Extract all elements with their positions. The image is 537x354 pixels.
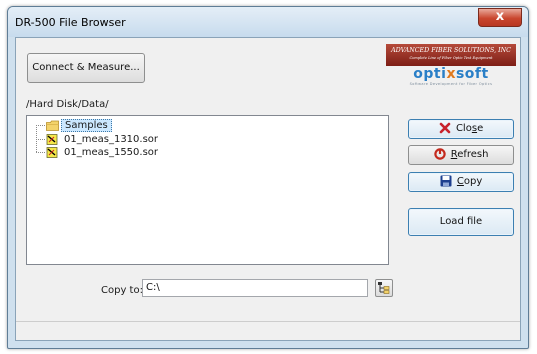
logo-banner: ADVANCED FIBER SOLUTIONS, INC Complete L… bbox=[386, 44, 516, 66]
current-path: /Hard Disk/Data/ bbox=[26, 99, 109, 110]
tree-item-label: 01_meas_1550.sor bbox=[64, 147, 159, 158]
close-button[interactable]: Close bbox=[408, 119, 514, 139]
save-disk-icon bbox=[440, 175, 452, 187]
copy-label-part: opy bbox=[463, 176, 483, 187]
folder-tree-icon bbox=[377, 281, 391, 295]
tree-connector bbox=[36, 139, 45, 140]
tree-connector bbox=[36, 152, 45, 153]
copy-label-mnemonic: C bbox=[456, 176, 464, 187]
browse-folder-button[interactable] bbox=[375, 279, 393, 297]
close-x-icon: x bbox=[495, 9, 505, 24]
logo-brand-prefix: opti bbox=[413, 66, 447, 82]
close-label: Close bbox=[456, 123, 483, 134]
window-title: DR-500 File Browser bbox=[15, 16, 126, 29]
copy-to-label: Copy to: bbox=[101, 285, 143, 296]
close-label-part: e bbox=[477, 123, 484, 134]
logo-brand-suffix: soft bbox=[455, 66, 489, 82]
copy-button[interactable]: Copy bbox=[408, 172, 514, 192]
folder-icon bbox=[46, 120, 59, 131]
tree-item-label: 01_meas_1310.sor bbox=[64, 134, 159, 145]
load-file-button[interactable]: Load file bbox=[408, 208, 514, 236]
logo-tagline: Software Development for Fiber Optics bbox=[409, 82, 493, 86]
status-bar bbox=[16, 321, 520, 340]
copy-label: Copy bbox=[457, 176, 482, 187]
refresh-button[interactable]: Refresh bbox=[408, 145, 514, 165]
window-close-button[interactable]: x bbox=[478, 8, 522, 27]
tree-item-file[interactable]: 01_meas_1550.sor bbox=[46, 146, 161, 159]
logo-brand: optixsoft bbox=[386, 67, 516, 82]
connect-measure-button[interactable]: Connect & Measure... bbox=[27, 53, 145, 83]
tree-item-file[interactable]: 01_meas_1310.sor bbox=[46, 133, 161, 146]
close-label-part: Clo bbox=[455, 123, 472, 134]
copy-to-input[interactable]: C:\ bbox=[142, 279, 368, 297]
file-browser-window: DR-500 File Browser x Connect & Measure.… bbox=[7, 6, 529, 349]
load-file-label: Load file bbox=[439, 216, 483, 227]
refresh-label: Refresh bbox=[451, 149, 489, 160]
tree-item-label: Samples bbox=[61, 119, 112, 132]
client-area: Connect & Measure... ADVANCED FIBER SOLU… bbox=[15, 37, 521, 341]
refresh-icon bbox=[433, 148, 446, 160]
logo-company-sub: Complete Line of Fiber Optic Test Equipm… bbox=[409, 56, 493, 60]
connect-measure-label: Connect & Measure... bbox=[32, 62, 140, 73]
company-logo: ADVANCED FIBER SOLUTIONS, INC Complete L… bbox=[386, 44, 516, 89]
title-bar[interactable]: DR-500 File Browser x bbox=[8, 7, 528, 37]
file-tree[interactable]: Samples 01_meas_1310.sor 01_meas_1550.so… bbox=[26, 115, 389, 265]
logo-brand-x: x bbox=[446, 66, 456, 82]
logo-company: ADVANCED FIBER SOLUTIONS, INC bbox=[391, 47, 511, 54]
sor-file-icon bbox=[46, 133, 59, 145]
refresh-label-part: efresh bbox=[457, 149, 489, 160]
tree-connector bbox=[36, 125, 45, 126]
sor-file-icon bbox=[46, 146, 59, 158]
close-icon bbox=[439, 122, 451, 134]
tree-item-samples[interactable]: Samples bbox=[46, 119, 112, 132]
